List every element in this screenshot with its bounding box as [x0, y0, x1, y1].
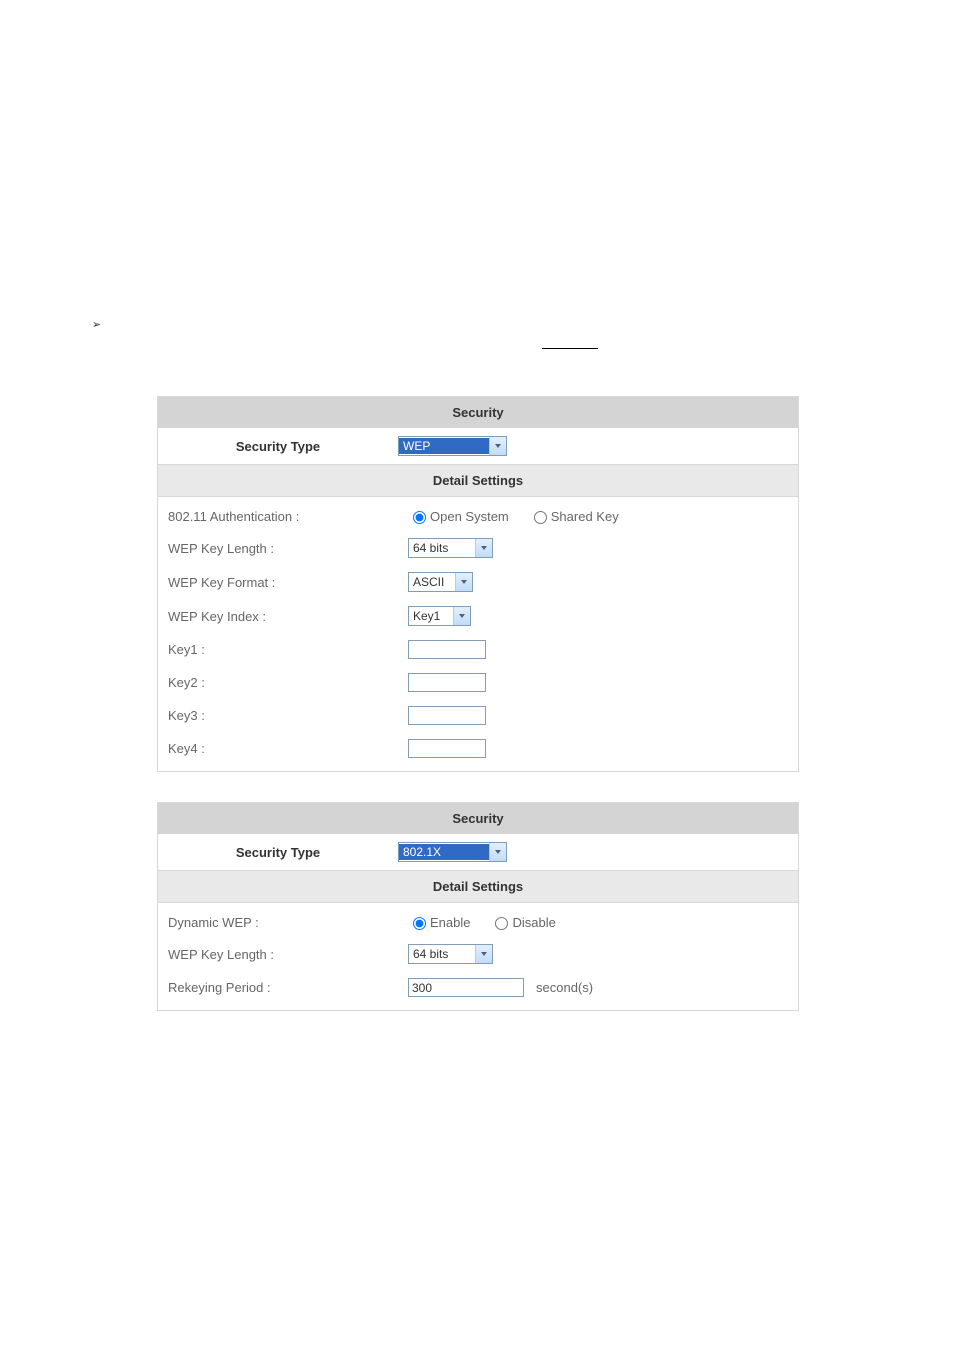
wep-key-index-value: Key1: [409, 608, 453, 624]
wep-key-length-label: WEP Key Length :: [158, 541, 408, 556]
auth-shared-key-option[interactable]: Shared Key: [529, 508, 619, 524]
underline-mark: [542, 348, 598, 349]
chevron-down-icon: [481, 952, 487, 956]
dropdown-button[interactable]: [489, 843, 506, 861]
security-type-value: 802.1X: [399, 844, 489, 860]
key1-row: Key1 :: [158, 633, 798, 666]
security-panel-8021x: Security Security Type 802.1X Detail Set…: [157, 802, 799, 1011]
auth-shared-radio[interactable]: [534, 511, 547, 524]
dropdown-button[interactable]: [475, 945, 492, 963]
security-type-label: Security Type: [158, 845, 398, 860]
wep-key-index-select[interactable]: Key1: [408, 606, 471, 626]
detail-settings-header: Detail Settings: [158, 464, 798, 497]
key2-input[interactable]: [408, 673, 486, 692]
security-type-row: Security Type WEP: [158, 428, 798, 464]
key4-label: Key4 :: [158, 741, 408, 756]
dynamic-wep-row: Dynamic WEP : Enable Disable: [158, 907, 798, 937]
dropdown-button[interactable]: [489, 437, 506, 455]
key3-input[interactable]: [408, 706, 486, 725]
wep-key-length-label: WEP Key Length :: [158, 947, 408, 962]
key4-input[interactable]: [408, 739, 486, 758]
dynamic-wep-disable-radio[interactable]: [495, 917, 508, 930]
dynamic-wep-label: Dynamic WEP :: [158, 915, 408, 930]
security-type-value: WEP: [399, 438, 489, 454]
wep-key-length-value: 64 bits: [409, 946, 475, 962]
key4-row: Key4 :: [158, 732, 798, 765]
chevron-down-icon: [495, 444, 501, 448]
key1-input[interactable]: [408, 640, 486, 659]
security-type-row: Security Type 802.1X: [158, 834, 798, 870]
security-panel-wep: Security Security Type WEP Detail Settin…: [157, 396, 799, 772]
security-header: Security: [158, 803, 798, 834]
rekeying-period-label: Rekeying Period :: [158, 980, 408, 995]
dynamic-wep-enable-option[interactable]: Enable: [408, 914, 470, 930]
chevron-down-icon: [459, 614, 465, 618]
key2-label: Key2 :: [158, 675, 408, 690]
auth-label: 802.11 Authentication :: [158, 509, 408, 524]
wep-key-length-row: WEP Key Length : 64 bits: [158, 937, 798, 971]
enable-label: Enable: [430, 915, 470, 930]
auth-open-radio[interactable]: [413, 511, 426, 524]
rekeying-period-input[interactable]: [408, 978, 524, 997]
key2-row: Key2 :: [158, 666, 798, 699]
chevron-down-icon: [461, 580, 467, 584]
wep-key-length-select[interactable]: 64 bits: [408, 538, 493, 558]
chevron-down-icon: [495, 850, 501, 854]
dropdown-button[interactable]: [453, 607, 470, 625]
auth-open-system-option[interactable]: Open System: [408, 508, 509, 524]
wep-key-length-value: 64 bits: [409, 540, 475, 556]
wep-key-length-select[interactable]: 64 bits: [408, 944, 493, 964]
chevron-down-icon: [481, 546, 487, 550]
wep-key-index-label: WEP Key Index :: [158, 609, 408, 624]
dropdown-button[interactable]: [475, 539, 492, 557]
security-type-label: Security Type: [158, 439, 398, 454]
wep-key-format-label: WEP Key Format :: [158, 575, 408, 590]
auth-open-label: Open System: [430, 509, 509, 524]
dynamic-wep-enable-radio[interactable]: [413, 917, 426, 930]
wep-key-index-row: WEP Key Index : Key1: [158, 599, 798, 633]
key3-row: Key3 :: [158, 699, 798, 732]
rekeying-period-row: Rekeying Period : second(s): [158, 971, 798, 1004]
wep-key-format-select[interactable]: ASCII: [408, 572, 473, 592]
security-header: Security: [158, 397, 798, 428]
bullet-arrow: ➢: [92, 316, 101, 331]
security-type-select[interactable]: 802.1X: [398, 842, 507, 862]
wep-key-format-row: WEP Key Format : ASCII: [158, 565, 798, 599]
auth-row: 802.11 Authentication : Open System Shar…: [158, 501, 798, 531]
dropdown-button[interactable]: [455, 573, 472, 591]
wep-key-length-row: WEP Key Length : 64 bits: [158, 531, 798, 565]
rekeying-period-unit: second(s): [536, 980, 593, 995]
key3-label: Key3 :: [158, 708, 408, 723]
dynamic-wep-disable-option[interactable]: Disable: [490, 914, 555, 930]
detail-settings-header: Detail Settings: [158, 870, 798, 903]
security-type-select[interactable]: WEP: [398, 436, 507, 456]
auth-shared-label: Shared Key: [551, 509, 619, 524]
disable-label: Disable: [512, 915, 555, 930]
key1-label: Key1 :: [158, 642, 408, 657]
wep-key-format-value: ASCII: [409, 574, 455, 590]
chevron-right-icon: ➢: [92, 319, 101, 331]
